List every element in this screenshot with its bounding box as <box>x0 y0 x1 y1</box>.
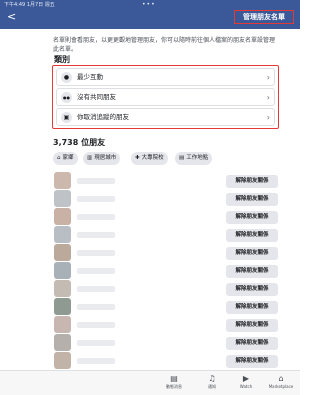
tab-label: 動態消息 <box>166 384 182 389</box>
friend-row[interactable]: 解除朋友關係 <box>53 352 278 371</box>
avatar[interactable] <box>54 190 71 207</box>
avatar[interactable] <box>54 172 71 189</box>
categories-list: ● 最少互動 › ●● 沒有共同朋友 › ▣ 你取消追蹤的朋友 › <box>52 65 279 129</box>
filter-hometown[interactable]: ⌂ 家鄉 <box>53 152 78 165</box>
unfriend-button[interactable]: 解除朋友關係 <box>226 265 278 278</box>
chevron-right-icon: › <box>266 113 270 122</box>
watch-icon: ▶ <box>242 374 250 383</box>
friend-name-blurred <box>77 358 115 364</box>
tab-label: Watch <box>239 384 253 389</box>
friend-name-blurred <box>77 196 115 202</box>
friend-row[interactable]: 解除朋友關係 <box>53 298 278 317</box>
marketplace-icon: ⌂ <box>278 374 284 383</box>
unfriend-button[interactable]: 解除朋友關係 <box>226 355 278 368</box>
unfollow-icon: ▣ <box>61 112 72 123</box>
unfriend-button[interactable]: 解除朋友關係 <box>226 229 278 242</box>
unfriend-button[interactable]: 解除朋友關係 <box>226 283 278 296</box>
page-description: 名單則會看朋友，以更更觀地管理朋友，你可以隨時前往個人檔案的朋友名單設管理此名單… <box>53 37 276 53</box>
friend-row[interactable]: 解除朋友關係 <box>53 262 278 281</box>
friend-row[interactable]: 解除朋友關係 <box>53 334 278 353</box>
news-feed-icon: ▤ <box>170 374 178 383</box>
chevron-right-icon: › <box>266 93 270 102</box>
category-label: 沒有共同朋友 <box>77 93 116 101</box>
friend-name-blurred <box>77 250 115 256</box>
friend-name-blurred <box>77 286 115 292</box>
avatar[interactable] <box>54 244 71 261</box>
manage-friends-list-button[interactable]: 管理朋友名單 <box>234 10 294 24</box>
tab-label: Marketplace <box>268 384 294 389</box>
filter-college[interactable]: ✚ 大專院校 <box>131 152 168 165</box>
unfriend-button[interactable]: 解除朋友關係 <box>226 337 278 350</box>
back-button[interactable]: < <box>7 11 16 22</box>
city-icon: ▥ <box>87 155 93 161</box>
friend-row[interactable]: 解除朋友關係 <box>53 244 278 263</box>
tab-marketplace[interactable]: ⌂ Marketplace <box>266 374 296 390</box>
friend-name-blurred <box>77 214 115 220</box>
bottom-nav: ▤ 動態消息 ♫ 通知 ▶ Watch ⌂ Marketplace <box>0 370 300 395</box>
filter-label: 工作地點 <box>186 155 209 161</box>
friend-row[interactable]: 解除朋友關係 <box>53 172 278 191</box>
avatar[interactable] <box>54 262 71 279</box>
friend-name-blurred <box>77 268 115 274</box>
category-least-interaction[interactable]: ● 最少互動 › <box>56 68 275 86</box>
friend-row[interactable]: 解除朋友關係 <box>53 316 278 335</box>
friend-name-blurred <box>77 304 115 310</box>
friend-name-blurred <box>77 178 115 184</box>
home-icon: ⌂ <box>57 155 61 161</box>
avatar[interactable] <box>54 226 71 243</box>
friend-row[interactable]: 解除朋友關係 <box>53 280 278 299</box>
status-bar-time: 下午4:49 1月7日 週五 <box>4 2 55 8</box>
bell-icon: ♫ <box>208 374 216 383</box>
unfriend-button[interactable]: 解除朋友關係 <box>226 211 278 224</box>
avatar[interactable] <box>54 334 71 351</box>
filter-label: 現居城市 <box>94 155 117 161</box>
unfriend-button[interactable]: 解除朋友關係 <box>226 247 278 260</box>
friend-name-blurred <box>77 340 115 346</box>
avatar[interactable] <box>54 316 71 333</box>
users-icon: ●● <box>61 92 72 103</box>
categories-heading: 類別 <box>54 55 70 64</box>
tab-watch[interactable]: ▶ Watch <box>231 374 261 390</box>
friend-row[interactable]: 解除朋友關係 <box>53 208 278 227</box>
friend-row[interactable]: 解除朋友關係 <box>53 226 278 245</box>
friends-count: 3,738 位朋友 <box>53 138 106 147</box>
tab-news-feed[interactable]: ▤ 動態消息 <box>159 374 189 390</box>
category-label: 你取消追蹤的朋友 <box>77 113 129 121</box>
unfriend-button[interactable]: 解除朋友關係 <box>226 175 278 188</box>
friend-row[interactable]: 解除朋友關係 <box>53 190 278 209</box>
filter-label: 大專院校 <box>141 155 164 161</box>
filter-label: 家鄉 <box>62 155 74 161</box>
user-icon: ● <box>61 72 72 83</box>
multitask-dots[interactable]: ••• <box>142 1 156 8</box>
category-label: 最少互動 <box>77 73 103 81</box>
unfriend-button[interactable]: 解除朋友關係 <box>226 193 278 206</box>
avatar[interactable] <box>54 280 71 297</box>
school-icon: ✚ <box>135 155 140 161</box>
friend-name-blurred <box>77 322 115 328</box>
filter-workplace[interactable]: ▤ 工作地點 <box>175 152 213 165</box>
tab-notifications[interactable]: ♫ 通知 <box>197 374 227 390</box>
tab-label: 通知 <box>208 384 216 389</box>
top-bar: 下午4:49 1月7日 週五 ••• < 管理朋友名單 <box>0 0 300 29</box>
work-icon: ▤ <box>179 155 185 161</box>
avatar[interactable] <box>54 352 71 369</box>
avatar[interactable] <box>54 208 71 225</box>
chevron-right-icon: › <box>266 73 270 82</box>
filter-current-city[interactable]: ▥ 現居城市 <box>83 152 121 165</box>
avatar[interactable] <box>54 298 71 315</box>
friend-name-blurred <box>77 232 115 238</box>
category-unfollowed[interactable]: ▣ 你取消追蹤的朋友 › <box>56 108 275 126</box>
unfriend-button[interactable]: 解除朋友關係 <box>226 301 278 314</box>
unfriend-button[interactable]: 解除朋友關係 <box>226 319 278 332</box>
category-no-mutual-friends[interactable]: ●● 沒有共同朋友 › <box>56 88 275 106</box>
